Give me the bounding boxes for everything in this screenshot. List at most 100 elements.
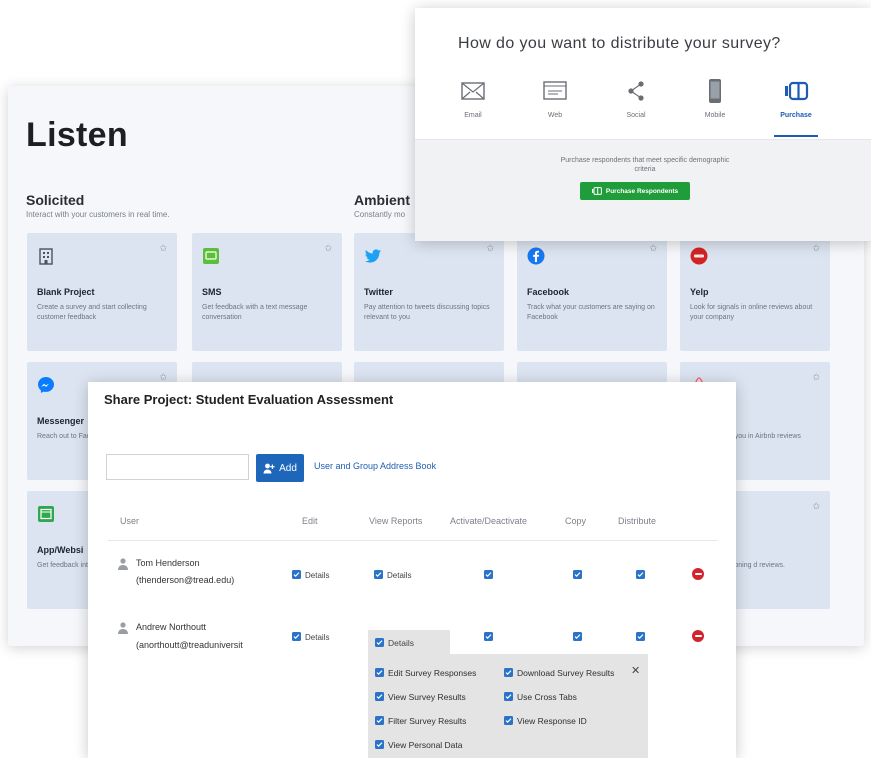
web-icon — [543, 81, 567, 100]
page-title: Listen — [26, 116, 128, 154]
details-label[interactable]: Details — [305, 571, 329, 580]
dist-option-label: Web — [547, 112, 563, 119]
permission-checkbox[interactable] — [375, 716, 384, 725]
edit-checkbox[interactable] — [292, 570, 301, 579]
twitter-icon — [365, 249, 381, 263]
facebook-icon — [527, 247, 545, 265]
permission-label: Filter Survey Results — [388, 716, 467, 726]
remove-user-icon[interactable] — [692, 568, 704, 580]
star-icon[interactable]: ✩ — [324, 243, 332, 254]
permission-checkbox[interactable] — [504, 692, 513, 701]
dist-option-label: Email — [464, 112, 482, 119]
card-title: Messenger — [37, 416, 85, 426]
ambient-heading: Ambient — [354, 192, 410, 208]
card-title: Twitter — [364, 287, 393, 297]
purchase-respondents-label: Purchase Respondents — [605, 187, 679, 195]
user-name: Tom Henderson — [136, 558, 200, 568]
dist-option-email[interactable]: Email — [443, 78, 503, 119]
activate-checkbox[interactable] — [484, 632, 493, 641]
distribute-panel: How do you want to distribute your surve… — [415, 8, 871, 241]
ambient-subtitle: Constantly mo — [354, 210, 406, 219]
col-view-reports: View Reports — [369, 516, 423, 526]
distribute-checkbox[interactable] — [636, 632, 645, 641]
card-desc: Get feedback with a text message convers… — [202, 304, 308, 321]
user-email: (anorthoutt@treaduniversit — [136, 640, 243, 650]
view-reports-checkbox[interactable] — [374, 570, 383, 579]
dist-option-social[interactable]: Social — [606, 78, 666, 119]
details-label[interactable]: Details — [305, 633, 329, 642]
activate-checkbox[interactable] — [484, 570, 493, 579]
star-icon[interactable]: ✩ — [486, 243, 494, 254]
edit-checkbox[interactable] — [292, 632, 301, 641]
messenger-icon — [38, 377, 54, 393]
purchase-icon — [785, 81, 809, 101]
purchase-icon — [591, 187, 602, 195]
star-icon[interactable]: ✩ — [159, 243, 167, 254]
col-copy: Copy — [565, 516, 587, 526]
dist-option-label: Purchase — [780, 112, 812, 119]
dist-option-label: Mobile — [704, 112, 726, 119]
user-icon — [118, 558, 128, 570]
distribute-question: How do you want to distribute your surve… — [458, 35, 781, 52]
copy-checkbox[interactable] — [573, 632, 582, 641]
permission-checkbox[interactable] — [375, 668, 384, 677]
details-label[interactable]: Details — [388, 638, 414, 648]
star-icon[interactable]: ✩ — [649, 243, 657, 254]
card-yelp[interactable]: ✩ Yelp Look for signals in online review… — [680, 233, 830, 351]
share-icon — [628, 81, 644, 101]
col-user: User — [120, 516, 140, 526]
star-icon[interactable]: ✩ — [812, 372, 820, 383]
user-icon — [118, 622, 128, 634]
solicited-subtitle: Interact with your customers in real tim… — [26, 210, 170, 219]
yelp-icon — [690, 247, 708, 265]
details-dropdown-toggle[interactable]: Details — [368, 630, 450, 654]
permission-label: Use Cross Tabs — [517, 692, 577, 702]
card-desc: Create a survey and start collecting cus… — [37, 304, 147, 321]
building-icon — [39, 248, 53, 265]
permissions-popover: Edit Survey Responses Download Survey Re… — [368, 654, 648, 758]
card-title: App/Websi — [37, 545, 84, 555]
dist-option-label: Social — [626, 112, 646, 119]
card-desc: Look for signals in online reviews about… — [690, 304, 813, 321]
dist-option-mobile[interactable]: Mobile — [685, 78, 745, 119]
purchase-description: Purchase respondents that meet specific … — [560, 157, 730, 173]
user-search-input[interactable] — [106, 454, 249, 480]
add-user-icon — [263, 463, 275, 473]
mobile-icon — [709, 79, 721, 103]
add-user-button[interactable]: Add — [256, 454, 304, 482]
permission-checkbox[interactable] — [375, 692, 384, 701]
col-distribute: Distribute — [618, 516, 657, 526]
card-facebook[interactable]: ✩ Facebook Track what your customers are… — [517, 233, 667, 351]
card-blank-project[interactable]: ✩ Blank Project Create a survey and star… — [27, 233, 177, 351]
details-label[interactable]: Details — [387, 571, 411, 580]
permission-checkbox[interactable] — [375, 740, 384, 749]
star-icon[interactable]: ✩ — [812, 243, 820, 254]
address-book-link[interactable]: User and Group Address Book — [314, 461, 436, 471]
card-title: Facebook — [527, 287, 570, 297]
permission-label: View Response ID — [517, 716, 587, 726]
permission-checkbox[interactable] — [504, 716, 513, 725]
permission-label: Edit Survey Responses — [388, 668, 477, 678]
app-icon — [38, 506, 54, 522]
view-reports-checkbox[interactable] — [375, 638, 384, 647]
permission-label: Download Survey Results — [517, 668, 615, 678]
dist-option-purchase[interactable]: Purchase — [766, 78, 826, 137]
copy-checkbox[interactable] — [573, 570, 582, 579]
purchase-respondents-button[interactable]: Purchase Respondents — [580, 182, 690, 200]
user-name: Andrew Northoutt — [136, 622, 207, 632]
col-activate: Activate/Deactivate — [450, 516, 528, 526]
card-desc: Pay attention to tweets discussing topic… — [364, 304, 490, 321]
permission-checkbox[interactable] — [504, 668, 513, 677]
remove-user-icon[interactable] — [692, 630, 704, 642]
card-sms[interactable]: ✩ SMS Get feedback with a text message c… — [192, 233, 342, 351]
col-edit: Edit — [302, 516, 318, 526]
star-icon[interactable]: ✩ — [812, 501, 820, 512]
close-icon[interactable]: ✕ — [631, 664, 640, 677]
card-desc: Track what your customers are saying on … — [527, 304, 655, 321]
user-email: (thenderson@tread.edu) — [136, 575, 235, 585]
card-twitter[interactable]: ✩ Twitter Pay attention to tweets discus… — [354, 233, 504, 351]
share-title: Share Project: Student Evaluation Assess… — [104, 392, 394, 407]
distribute-checkbox[interactable] — [636, 570, 645, 579]
dist-option-web[interactable]: Web — [525, 78, 585, 119]
card-title: SMS — [202, 287, 222, 297]
